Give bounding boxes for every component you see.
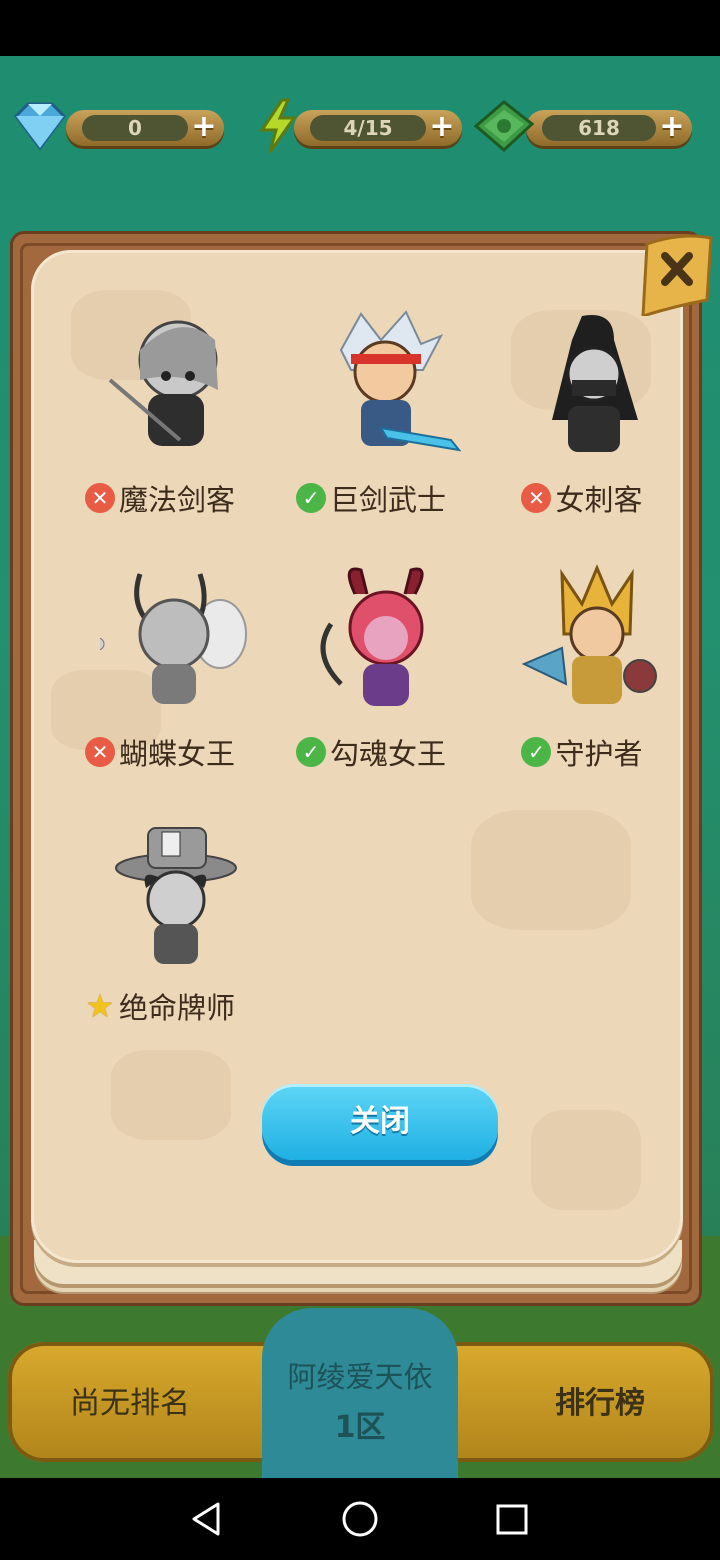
hero-name: 蝴蝶女王 [118, 737, 235, 771]
hero-name: 勾魂女王 [329, 737, 446, 771]
cash-pill: 618 + [526, 110, 692, 146]
locked-x-icon: ✕ [521, 483, 552, 513]
gems-counter: 0 + [8, 98, 236, 154]
status-bar [0, 0, 720, 56]
locked-x-icon: ✕ [84, 737, 115, 767]
hero-portrait [522, 564, 657, 704]
hero-card[interactable]: ✓ 巨剑武士 [266, 310, 476, 530]
lightning-icon [259, 98, 297, 153]
gems-pill: 0 + [66, 110, 224, 146]
hero-name: 女刺客 [555, 483, 643, 517]
close-button[interactable]: 关闭 [262, 1084, 498, 1160]
hero-name: 绝命牌师 [118, 991, 235, 1025]
hero-name-row: ✕ 女刺客 [477, 478, 687, 518]
paper-texture [531, 1110, 641, 1210]
hero-name: 守护者 [555, 737, 643, 771]
hero-name-row: ✕ 蝴蝶女王 [55, 732, 265, 772]
gems-value: 0 [82, 115, 188, 141]
hero-name-row: ✓ 巨剑武士 [266, 478, 476, 518]
recents-icon[interactable] [472, 1478, 552, 1560]
hero-name-row: ✕ 魔法剑客 [55, 478, 265, 518]
diamond-icon [14, 102, 66, 151]
hero-portrait-gray [108, 320, 218, 446]
add-cash-button[interactable]: + [658, 112, 686, 142]
cash-value: 618 [542, 115, 656, 141]
energy-pill: 4/15 + [294, 110, 462, 146]
back-icon[interactable] [166, 1478, 246, 1560]
hero-portrait-gray [115, 827, 237, 964]
hero-name: 魔法剑客 [118, 483, 235, 517]
hero-name-row: ✓ 勾魂女王 [266, 732, 476, 772]
hero-name-row: ★ 绝命牌师 [55, 986, 265, 1026]
add-gems-button[interactable]: + [190, 112, 218, 142]
hero-portrait-gray [552, 315, 638, 452]
energy-value: 4/15 [310, 115, 426, 141]
energy-counter: 4/15 + [258, 98, 462, 154]
server-zone: 1区 [334, 1410, 386, 1445]
hero-portrait [320, 567, 424, 706]
home-icon[interactable] [320, 1478, 400, 1560]
close-icon[interactable] [641, 230, 715, 316]
hero-name-row: ✓ 守护者 [477, 732, 687, 772]
hero-name: 巨剑武士 [329, 483, 446, 517]
paper-texture [111, 1050, 231, 1140]
cash-counter: 618 + [472, 98, 694, 154]
hero-card[interactable]: ✕ 女刺客 [477, 310, 687, 530]
hero-card[interactable]: ✓ 守护者 [477, 564, 687, 784]
server-name: 阿绫爱天依 [287, 1360, 433, 1394]
hero-card[interactable]: ✓ 勾魂女王 [266, 564, 476, 784]
hero-portrait [339, 310, 461, 452]
owned-check-icon: ✓ [295, 737, 326, 767]
cash-icon [473, 100, 535, 153]
add-energy-button[interactable]: + [428, 112, 456, 142]
hero-card[interactable]: ✕ 魔法剑客 [55, 310, 265, 530]
owned-check-icon: ✓ [295, 483, 326, 513]
rank-label: 尚无排名 [70, 1386, 190, 1421]
paper-texture [471, 810, 631, 930]
hero-card[interactable]: ✕ 蝴蝶女王 [55, 564, 265, 784]
locked-x-icon: ✕ [84, 483, 115, 513]
owned-check-icon: ✓ [521, 737, 552, 767]
leaderboard-button[interactable]: 排行榜 [540, 1378, 660, 1421]
star-icon: ★ [85, 987, 115, 1025]
hero-card[interactable]: ★ 绝命牌师 [55, 818, 265, 1038]
system-navigation-bar [0, 1478, 720, 1560]
hero-portrait-gray [100, 573, 247, 704]
